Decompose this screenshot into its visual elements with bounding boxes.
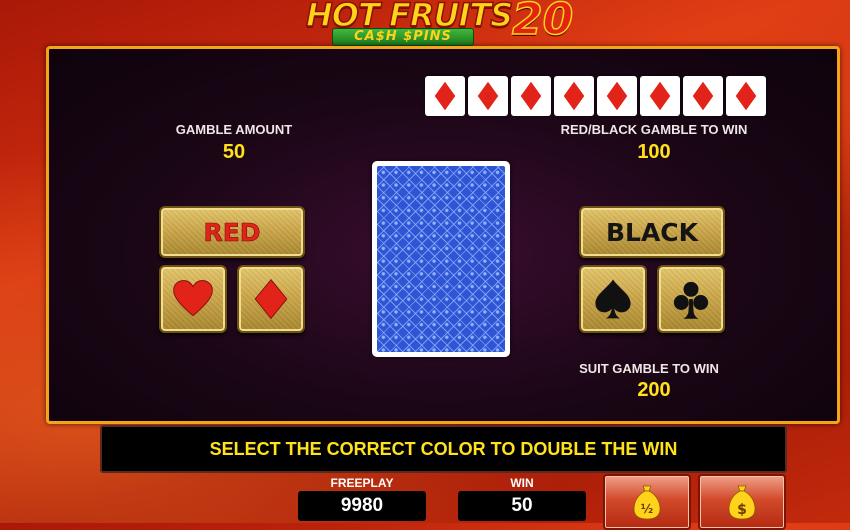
history-card xyxy=(726,76,766,116)
heart-icon xyxy=(173,280,213,317)
money-bag-half-icon: ½ xyxy=(633,485,661,520)
logo-number: 20 xyxy=(511,0,574,46)
black-button-label: BLACK xyxy=(605,217,699,247)
card-history xyxy=(425,76,766,116)
spade-icon xyxy=(595,279,631,319)
gamble-panel: GAMBLE AMOUNT 50 RED/BLACK GAMBLE TO WIN… xyxy=(46,46,840,424)
win-label: WIN xyxy=(510,476,534,490)
money-bag-icon: $ xyxy=(728,485,756,520)
red-button[interactable]: RED xyxy=(159,206,305,258)
history-card xyxy=(554,76,594,116)
diamond-icon xyxy=(254,278,288,320)
game-logo: HOT FRUITS 20 CA$H $PINS xyxy=(300,0,590,46)
diamond-icon xyxy=(649,81,671,111)
instruction-message: SELECT THE CORRECT COLOR TO DOUBLE THE W… xyxy=(100,425,787,473)
diamonds-button[interactable] xyxy=(237,265,305,333)
redblack-win-value: 100 xyxy=(637,141,671,163)
win-value: 50 xyxy=(458,491,586,521)
history-card xyxy=(468,76,508,116)
history-card xyxy=(511,76,551,116)
red-button-label: RED xyxy=(203,217,261,247)
suit-win-value: 200 xyxy=(637,379,671,401)
diamond-icon xyxy=(606,81,628,111)
history-card xyxy=(597,76,637,116)
club-icon xyxy=(673,281,709,319)
history-card xyxy=(683,76,723,116)
freeplay-label: FREEPLAY xyxy=(330,476,394,490)
clubs-button[interactable] xyxy=(657,265,725,333)
diamond-icon xyxy=(477,81,499,111)
collect-half-button[interactable]: ½ xyxy=(603,474,691,530)
card-back-pattern xyxy=(377,166,505,352)
spades-button[interactable] xyxy=(579,265,647,333)
suit-win-label: SUIT GAMBLE TO WIN xyxy=(579,361,719,376)
diamond-icon xyxy=(692,81,714,111)
hearts-button[interactable] xyxy=(159,265,227,333)
gamble-amount-label: GAMBLE AMOUNT xyxy=(175,122,293,137)
half-glyph: ½ xyxy=(641,502,653,516)
logo-subtitle: CA$H $PINS xyxy=(332,28,474,46)
diamond-icon xyxy=(563,81,585,111)
history-card xyxy=(425,76,465,116)
history-card xyxy=(640,76,680,116)
freeplay-value: 9980 xyxy=(298,491,426,521)
collect-all-button[interactable]: $ xyxy=(698,474,786,530)
diamond-icon xyxy=(434,81,456,111)
redblack-win-label: RED/BLACK GAMBLE TO WIN xyxy=(560,122,748,137)
diamond-icon xyxy=(735,81,757,111)
gamble-amount-value: 50 xyxy=(222,141,246,163)
diamond-icon xyxy=(520,81,542,111)
black-button[interactable]: BLACK xyxy=(579,206,725,258)
face-down-card xyxy=(372,161,510,357)
dollar-glyph: $ xyxy=(737,502,747,518)
